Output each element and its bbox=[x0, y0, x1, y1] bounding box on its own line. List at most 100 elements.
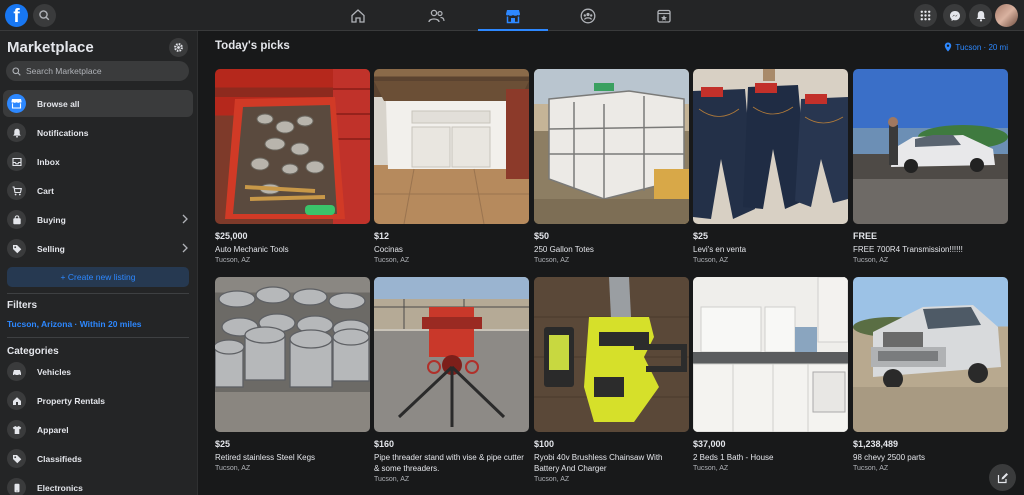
divider bbox=[7, 337, 189, 338]
bell-icon bbox=[7, 123, 26, 142]
tab-marketplace[interactable] bbox=[478, 0, 548, 31]
listing-title: Cocinas bbox=[374, 245, 403, 254]
home-icon bbox=[351, 8, 365, 23]
settings-button[interactable] bbox=[169, 38, 188, 57]
page-title: Today's picks bbox=[215, 40, 290, 52]
listing-card[interactable]: $25 Retired stainless Steel Kegs Tucson,… bbox=[215, 277, 370, 472]
category-vehicles[interactable]: Vehicles bbox=[3, 358, 193, 385]
listing-card[interactable]: $25,000 Auto Mechanic Tools Tucson, AZ bbox=[215, 69, 370, 264]
listing-card[interactable]: $12 Cocinas Tucson, AZ bbox=[374, 69, 529, 264]
location-selector[interactable]: Tucson · 20 mi bbox=[944, 42, 1008, 52]
tab-friends[interactable] bbox=[411, 0, 461, 31]
tag-icon bbox=[7, 239, 26, 258]
listing-title: Pipe threader stand with vise & pipe cut… bbox=[374, 453, 524, 473]
listing-location: Tucson, AZ bbox=[215, 257, 251, 264]
listing-location: Tucson, AZ bbox=[534, 476, 570, 483]
listing-price: $37,000 bbox=[693, 439, 726, 449]
tab-groups[interactable] bbox=[563, 0, 613, 31]
notifications-icon bbox=[976, 10, 985, 21]
listing-price: FREE bbox=[853, 231, 878, 241]
top-navigation-bar: f bbox=[0, 0, 1024, 31]
category-apparel[interactable]: Apparel bbox=[3, 416, 193, 443]
listing-title: Retired stainless Steel Kegs bbox=[215, 453, 316, 462]
messenger-button[interactable] bbox=[943, 4, 966, 27]
sidebar-item-label: Notifications bbox=[37, 127, 89, 138]
sidebar-item-buying[interactable]: Buying bbox=[3, 206, 193, 233]
inbox-icon bbox=[7, 152, 26, 171]
menu-button[interactable] bbox=[914, 4, 937, 27]
chevron-right-icon bbox=[182, 214, 188, 224]
gaming-icon bbox=[657, 9, 671, 23]
category-electronics[interactable]: Electronics bbox=[3, 474, 193, 495]
menu-grid-icon bbox=[920, 10, 931, 21]
category-label: Apparel bbox=[37, 424, 69, 435]
tab-gaming[interactable] bbox=[639, 0, 689, 31]
compose-icon bbox=[997, 472, 1008, 483]
listing-card[interactable]: $25 Levi's en venta Tucson, AZ bbox=[693, 69, 848, 264]
categories-heading: Categories bbox=[7, 346, 59, 357]
location-label: Tucson · 20 mi bbox=[955, 42, 1008, 52]
search-input[interactable] bbox=[26, 66, 176, 76]
listing-photo bbox=[853, 277, 1008, 432]
house-icon bbox=[7, 391, 26, 410]
listing-title: FREE 700R4 Transmission!!!!!! bbox=[853, 245, 963, 254]
marketplace-search[interactable] bbox=[6, 61, 189, 81]
listing-title: Levi's en venta bbox=[693, 245, 747, 254]
sidebar-item-cart[interactable]: Cart bbox=[3, 177, 193, 204]
listing-location: Tucson, AZ bbox=[853, 465, 889, 472]
storefront-icon bbox=[7, 94, 26, 113]
shirt-icon bbox=[7, 420, 26, 439]
listing-location: Tucson, AZ bbox=[534, 257, 570, 264]
listing-card[interactable]: $37,000 2 Beds 1 Bath - House Tucson, AZ bbox=[693, 277, 848, 472]
sidebar-item-inbox[interactable]: Inbox bbox=[3, 148, 193, 175]
sidebar-item-label: Selling bbox=[37, 243, 65, 254]
listing-title: Ryobi 40v Brushless Chainsaw With Batter… bbox=[534, 453, 663, 473]
listing-card[interactable]: $100 Ryobi 40v Brushless Chainsaw With B… bbox=[534, 277, 689, 483]
marketplace-sidebar: Marketplace Browse all Notifications Inb… bbox=[0, 31, 198, 495]
sidebar-item-selling[interactable]: Selling bbox=[3, 235, 193, 262]
sidebar-item-browse-all[interactable]: Browse all bbox=[3, 90, 193, 117]
listing-location: Tucson, AZ bbox=[215, 465, 251, 472]
filters-heading: Filters bbox=[7, 300, 38, 311]
listing-location: Tucson, AZ bbox=[853, 257, 889, 264]
notifications-button[interactable] bbox=[969, 4, 992, 27]
messenger-icon bbox=[949, 10, 960, 21]
car-icon bbox=[7, 362, 26, 381]
listing-photo bbox=[215, 277, 370, 432]
listing-price: $25 bbox=[215, 439, 231, 449]
listing-title: 98 chevy 2500 parts bbox=[853, 453, 926, 462]
listing-card[interactable]: $160 Pipe threader stand with vise & pip… bbox=[374, 277, 529, 483]
listing-location: Tucson, AZ bbox=[374, 257, 410, 264]
compose-message-button[interactable] bbox=[989, 464, 1016, 491]
marketplace-icon bbox=[506, 9, 520, 23]
sidebar-item-label: Browse all bbox=[37, 98, 80, 109]
listing-card[interactable]: $50 250 Gallon Totes Tucson, AZ bbox=[534, 69, 689, 264]
location-pin-icon bbox=[945, 42, 952, 52]
category-property-rentals[interactable]: Property Rentals bbox=[3, 387, 193, 414]
listing-price: $12 bbox=[374, 231, 390, 241]
sidebar-item-label: Inbox bbox=[37, 156, 60, 167]
tab-home[interactable] bbox=[333, 0, 383, 31]
search-button[interactable] bbox=[33, 4, 56, 27]
listing-location: Tucson, AZ bbox=[693, 465, 729, 472]
category-label: Electronics bbox=[37, 482, 83, 493]
listing-photo bbox=[693, 277, 848, 432]
listing-price: $100 bbox=[534, 439, 555, 449]
category-classifieds[interactable]: Classifieds bbox=[3, 445, 193, 472]
groups-icon bbox=[580, 8, 596, 23]
listing-card[interactable]: FREE FREE 700R4 Transmission!!!!!! Tucso… bbox=[853, 69, 1008, 264]
phone-icon bbox=[7, 478, 26, 495]
listing-location: Tucson, AZ bbox=[374, 476, 410, 483]
account-avatar[interactable] bbox=[995, 4, 1018, 27]
listing-card[interactable]: $1,238,489 98 chevy 2500 parts Tucson, A… bbox=[853, 277, 1008, 472]
listing-title: 2 Beds 1 Bath - House bbox=[693, 453, 774, 462]
listing-title: 250 Gallon Totes bbox=[534, 245, 594, 254]
listing-photo bbox=[215, 69, 370, 224]
chevron-right-icon bbox=[182, 243, 188, 253]
create-new-listing-button[interactable]: + Create new listing bbox=[7, 267, 189, 287]
listing-photo bbox=[853, 69, 1008, 224]
sidebar-item-notifications[interactable]: Notifications bbox=[3, 119, 193, 146]
category-label: Vehicles bbox=[37, 366, 72, 377]
facebook-logo[interactable]: f bbox=[5, 4, 28, 27]
location-filter-link[interactable]: Tucson, Arizona · Within 20 miles bbox=[7, 319, 142, 329]
